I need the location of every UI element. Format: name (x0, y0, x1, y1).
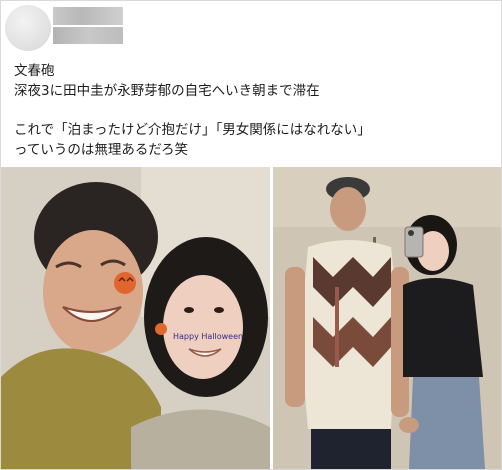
social-post-card: 文春砲 深夜3に田中圭が永野芽郁の自宅へいき朝まで滞在 これで「泊まったけど介抱… (0, 0, 502, 470)
author-name-redacted[interactable] (53, 7, 123, 45)
redaction-bar (53, 27, 123, 44)
photo-attachments: Happy Halloween (1, 167, 501, 469)
selfie-photo-icon: Happy Halloween (1, 167, 270, 469)
avatar[interactable] (5, 5, 51, 51)
post-line-blank (14, 101, 494, 120)
photo-left[interactable]: Happy Halloween (1, 167, 270, 469)
post-line: 文春砲 (14, 63, 55, 79)
post-line: っていうのは無理あるだろ笑 (14, 142, 189, 158)
post-line: これで「泊まったけど介抱だけ」「男女関係にはなれない」 (14, 122, 371, 138)
halloween-sticker-text: Happy Halloween (173, 332, 243, 341)
post-line: 深夜3に田中圭が永野芽郁の自宅へいき朝まで滞在 (14, 83, 320, 99)
mirror-selfie-photo-icon (273, 167, 501, 469)
photo-right[interactable] (273, 167, 501, 469)
post-body: 文春砲 深夜3に田中圭が永野芽郁の自宅へいき朝まで滞在 これで「泊まったけど介抱… (14, 61, 494, 160)
redaction-bar (53, 7, 123, 25)
